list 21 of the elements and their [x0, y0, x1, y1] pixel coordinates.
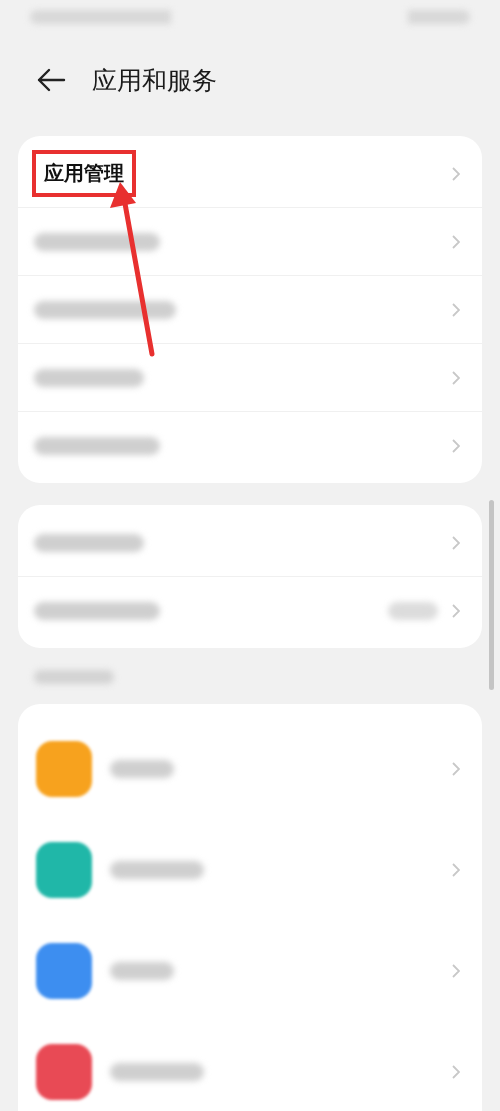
chevron-icon	[452, 438, 460, 453]
chevron-icon	[452, 535, 460, 550]
blurred-value	[388, 601, 438, 620]
app-icon[interactable]	[36, 841, 92, 898]
chevron-icon	[452, 862, 460, 877]
page-title: 应用和服务	[92, 64, 217, 97]
app-icon[interactable]	[36, 1043, 92, 1100]
app-icon[interactable]	[36, 740, 92, 797]
chevron-icon	[452, 166, 460, 181]
chevron-icon	[452, 370, 460, 385]
chevron-icon	[452, 234, 460, 249]
chevron-icon	[452, 302, 460, 317]
chevron-icon	[452, 603, 460, 618]
blurred-text	[110, 759, 174, 778]
menu-item-label[interactable]: 应用管理	[32, 150, 136, 197]
chevron-icon	[452, 963, 460, 978]
chevron-icon	[452, 761, 460, 776]
chevron-icon	[452, 1064, 460, 1079]
back-arrow-icon[interactable]	[36, 68, 66, 92]
blurred-text	[110, 961, 174, 980]
app-icon[interactable]	[36, 942, 92, 999]
